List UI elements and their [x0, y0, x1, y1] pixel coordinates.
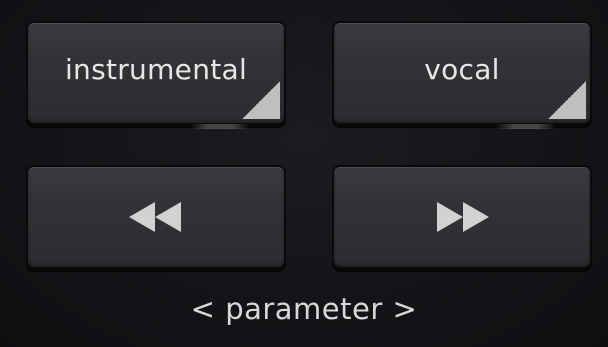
rewind-icon	[129, 202, 181, 232]
pad-edge-light	[496, 124, 556, 129]
controller-panel: instrumental vocal < parameter >	[0, 0, 608, 347]
shift-corner-marker	[242, 81, 280, 119]
shift-corner-marker	[548, 81, 586, 119]
fast-forward-icon	[437, 202, 489, 232]
instrumental-pad[interactable]: instrumental	[28, 23, 284, 123]
rewind-pad[interactable]	[28, 167, 284, 267]
fast-forward-pad[interactable]	[334, 167, 590, 267]
vocal-pad[interactable]: vocal	[334, 23, 590, 123]
parameter-label: < parameter >	[190, 292, 418, 326]
pad-edge-light	[190, 124, 250, 129]
